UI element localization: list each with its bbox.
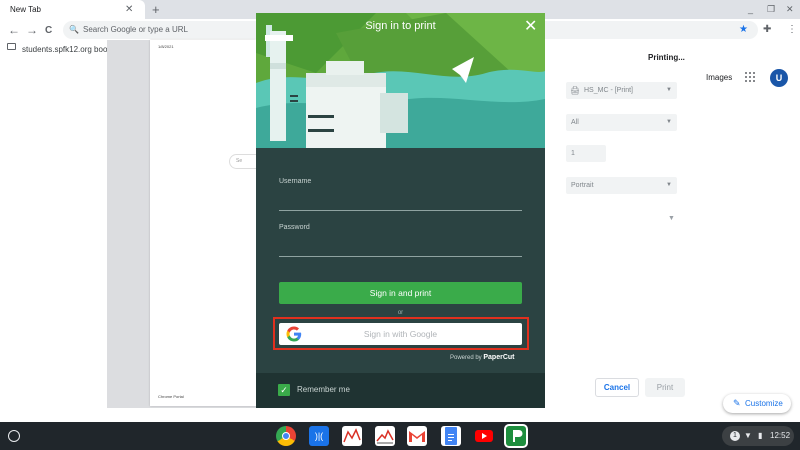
wifi-icon: ▼ (744, 431, 752, 440)
copies-input[interactable]: 1 (566, 145, 606, 162)
graph-app-icon[interactable] (375, 426, 395, 446)
chart-app-icon[interactable] (342, 426, 362, 446)
google-g-icon (286, 326, 302, 342)
bookmark-item[interactable]: students.spfk12.org bookm (22, 42, 118, 58)
minimize-icon[interactable]: _ (748, 0, 753, 19)
preview-page-footer: Chrome Portal (158, 394, 184, 399)
extensions-icon[interactable]: ✚ (763, 21, 771, 39)
launcher-icon[interactable] (8, 430, 20, 442)
layout-select[interactable]: Portrait ▼ (566, 177, 677, 194)
docs-app-icon[interactable] (441, 426, 461, 446)
apps-grid-icon[interactable] (744, 71, 756, 83)
remember-me-checkbox[interactable]: ✓ (278, 384, 290, 396)
back-icon[interactable]: ← (8, 19, 20, 42)
avatar[interactable]: U (770, 69, 788, 87)
preview-page (150, 40, 256, 406)
new-tab-button[interactable]: + (152, 0, 160, 19)
restore-icon[interactable]: ❐ (767, 0, 775, 19)
more-settings-chevron-icon[interactable]: ▼ (668, 215, 675, 222)
notification-count[interactable]: 1 (730, 431, 740, 441)
chevron-down-icon: ▼ (666, 182, 672, 188)
images-link[interactable]: Images (706, 73, 732, 82)
destination-select[interactable]: HS_MC - [Print] ▼ (566, 82, 677, 99)
modal-title: Sign in to print (365, 20, 436, 32)
hero-illustration (256, 13, 545, 148)
connectivity-app-icon[interactable]: )|( (309, 426, 329, 446)
battery-icon: ▮ (758, 431, 763, 440)
destination-value: HS_MC - [Print] (584, 87, 634, 94)
powered-by: Powered by PaperCut (450, 354, 514, 361)
username-input[interactable] (279, 210, 522, 211)
bookmark-star-icon[interactable]: ★ (739, 21, 748, 39)
password-input[interactable] (279, 256, 522, 257)
window-close-icon[interactable]: ✕ (786, 0, 794, 19)
forward-icon[interactable]: → (26, 19, 38, 42)
reload-icon[interactable]: C (45, 19, 52, 42)
search-icon: 🔍 (69, 25, 79, 34)
username-label: Username (279, 178, 312, 185)
password-label: Password (279, 224, 310, 231)
preview-page-date: 1/8/2021 (158, 44, 174, 49)
print-button[interactable]: Print (645, 378, 685, 397)
gmail-app-icon[interactable] (407, 426, 427, 446)
sign-in-with-google-button[interactable]: Sign in with Google (279, 323, 522, 345)
pages-select[interactable]: All ▼ (566, 114, 677, 131)
layout-value: Portrait (571, 182, 594, 189)
chevron-down-icon: ▼ (666, 119, 672, 125)
sign-in-and-print-button[interactable]: Sign in and print (279, 282, 522, 304)
omnibox-placeholder[interactable]: Search Google or type a URL (83, 21, 188, 39)
papercut-app-icon[interactable] (506, 426, 526, 446)
chevron-down-icon: ▼ (666, 87, 672, 93)
menu-icon[interactable]: ⋮ (787, 21, 797, 39)
pencil-icon: ✎ (733, 398, 741, 408)
printer-icon: 🖨 (570, 86, 581, 95)
cancel-button[interactable]: Cancel (595, 378, 639, 397)
powered-by-label: Powered by (450, 355, 482, 361)
papercut-brand: PaperCut (483, 354, 515, 361)
remember-me-label[interactable]: Remember me (297, 385, 350, 394)
folder-icon (7, 43, 16, 50)
tab-new-tab[interactable]: New Tab ✕ (0, 0, 145, 19)
clock-time: 12:52 (770, 431, 791, 440)
chrome-app-icon[interactable] (276, 426, 296, 446)
preview-search-box: Se (229, 154, 256, 169)
printing-status: Printing... (648, 53, 685, 62)
system-shelf (0, 422, 800, 450)
close-icon[interactable]: ✕ (524, 19, 537, 35)
tab-close-icon[interactable]: ✕ (125, 0, 133, 19)
tab-title: New Tab (10, 5, 41, 14)
youtube-app-icon[interactable] (474, 426, 494, 446)
pages-value: All (571, 119, 579, 126)
or-divider: or (397, 310, 404, 316)
